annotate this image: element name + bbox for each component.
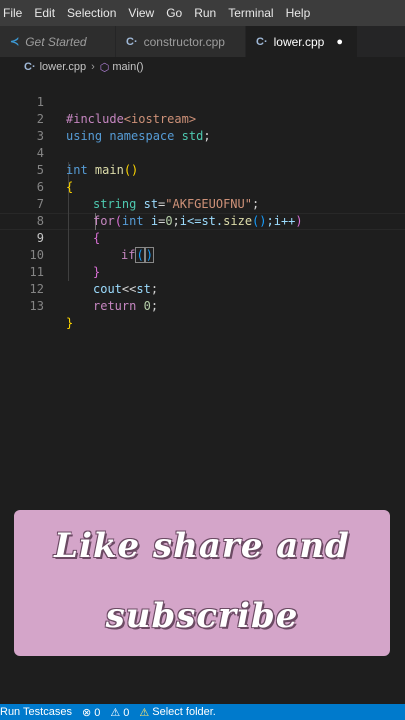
tab-lower-cpp[interactable]: C· lower.cpp ● [246, 26, 358, 57]
tab-get-started[interactable]: ≺ Get Started [0, 26, 116, 57]
select-folder-status[interactable]: Select folder. [152, 706, 216, 718]
warning-icon: ⚠ [139, 706, 150, 719]
line-content: return 0; [93, 298, 158, 315]
code-line-4: 4 int main() [0, 128, 405, 177]
code-line-2: 2 using namespace std; [0, 94, 405, 143]
code-line-6: 6 string st="AKFGEUOFNU"; [0, 162, 405, 211]
code-line-13: 13 } [0, 281, 405, 330]
breadcrumb: C· lower.cpp › ⬡ main() [0, 57, 405, 77]
code-line-11: 11 cout<<st; [0, 247, 405, 296]
breadcrumb-symbol[interactable]: main() [112, 61, 143, 73]
breadcrumb-file[interactable]: lower.cpp [40, 61, 86, 73]
token: ; [150, 299, 159, 313]
chevron-right-icon: › [91, 61, 95, 73]
unsaved-dot-icon[interactable]: ● [336, 36, 343, 48]
menu-run[interactable]: Run [188, 0, 222, 26]
menu-go[interactable]: Go [160, 0, 188, 26]
tab-label: constructor.cpp [143, 34, 225, 49]
status-bar: Run Testcases ⊗ 0 ⚠ 0 ⚠ Select folder. [0, 704, 405, 720]
code-line-1: 1 #include<iostream> [0, 77, 405, 126]
method-cube-icon: ⬡ [99, 61, 110, 74]
editor-tab-bar: ≺ Get Started C· constructor.cpp C· lowe… [0, 26, 405, 57]
code-line-8: 8 { [0, 196, 405, 245]
menu-edit[interactable]: Edit [28, 0, 61, 26]
cpp-file-icon: C· [24, 61, 36, 73]
tab-constructor-cpp[interactable]: C· constructor.cpp [116, 26, 246, 57]
overlay-line-1: Like share and [54, 526, 350, 566]
menu-view[interactable]: View [122, 0, 160, 26]
promo-overlay-banner: Like share and subscribe [14, 510, 390, 656]
cpp-file-icon: C· [126, 35, 138, 48]
line-content: } [66, 315, 73, 332]
token: } [66, 316, 74, 330]
token: 0 [143, 299, 151, 313]
menu-file[interactable]: File [0, 0, 28, 26]
overlay-line-2: subscribe [105, 596, 299, 636]
menu-terminal[interactable]: Terminal [222, 0, 279, 26]
menu-help[interactable]: Help [280, 0, 317, 26]
menu-selection[interactable]: Selection [61, 0, 122, 26]
vscode-logo-icon: ≺ [10, 36, 20, 48]
line-number: 3 [36, 129, 44, 143]
code-line-10: 10 } [0, 230, 405, 279]
run-testcases-button[interactable]: Run Testcases [0, 706, 72, 718]
code-line-12: 12 return 0; [0, 264, 405, 313]
token: return [93, 299, 137, 313]
code-line-3: 3 [0, 111, 405, 143]
problems-errors-count[interactable]: ⊗ 0 [82, 706, 100, 719]
code-line-5: 5 { [0, 145, 405, 194]
menu-bar: File Edit Selection View Go Run Terminal… [0, 0, 405, 26]
tab-label: lower.cpp [273, 34, 325, 49]
code-line-9: 9 if() [0, 213, 405, 263]
cpp-file-icon: C· [256, 35, 268, 48]
code-line-7: 7 for(int i=0;i<=st.size();i++) [0, 179, 405, 228]
problems-warnings-count[interactable]: ⚠ 0 [110, 706, 129, 719]
line-number: 13 [29, 299, 44, 313]
tab-label: Get Started [25, 34, 87, 49]
